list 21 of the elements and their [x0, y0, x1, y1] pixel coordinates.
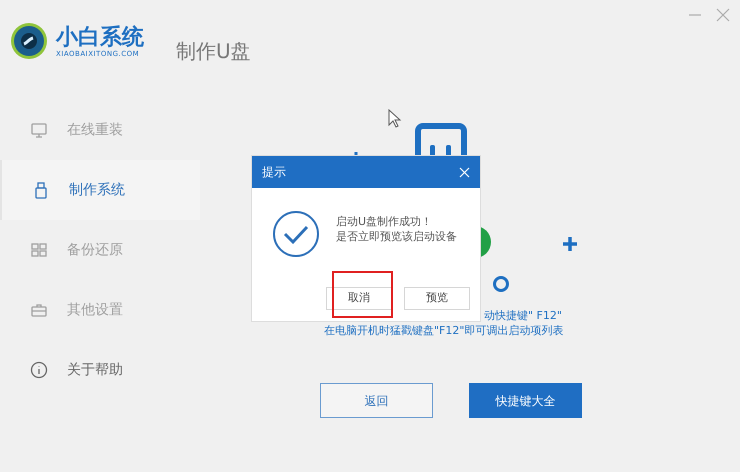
grid-icon	[30, 241, 48, 259]
hint-text: 动快捷键" F12"	[484, 308, 562, 324]
check-circle-icon	[272, 210, 320, 258]
cursor-icon	[388, 109, 402, 129]
dialog-button[interactable]: 取消	[326, 287, 392, 310]
footer-button[interactable]: 返回	[320, 383, 433, 418]
page-title: 制作U盘	[176, 38, 251, 65]
info-icon	[30, 361, 48, 379]
hint-text: 在电脑开机时猛戳键盘"F12"即可调出启动项列表	[324, 323, 564, 339]
footer-button[interactable]: 快捷键大全	[469, 383, 582, 418]
monitor-icon	[30, 121, 48, 139]
plus-icon	[563, 237, 577, 251]
dialog-message: 启动U盘制作成功！	[336, 214, 434, 229]
sidebar-item[interactable]: 关于帮助	[0, 340, 200, 400]
dialog-button[interactable]: 预览	[404, 287, 470, 310]
dialog-title: 提示	[262, 164, 286, 181]
ring-icon	[492, 275, 510, 293]
sidebar-item[interactable]: 制作系统	[0, 160, 200, 220]
brand-name: 小白系统	[56, 26, 144, 50]
logo-icon	[10, 22, 48, 60]
dialog-message: 是否立即预览该启动设备	[336, 229, 457, 244]
